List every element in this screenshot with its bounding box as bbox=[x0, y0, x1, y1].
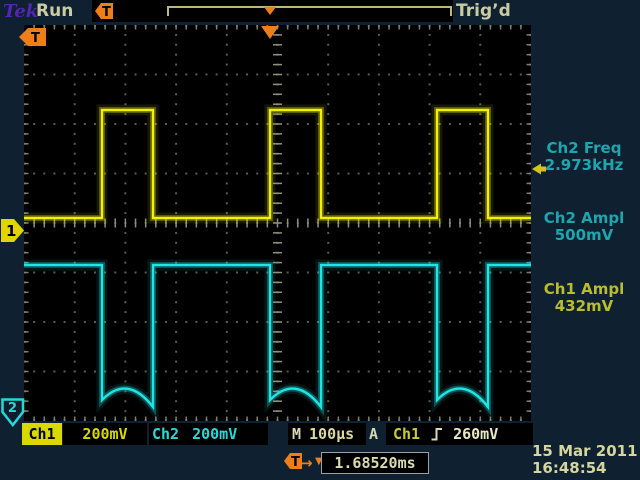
trigger-position-marker-icon[interactable] bbox=[261, 26, 279, 39]
trigger-t-glyph: T bbox=[102, 5, 111, 19]
acquisition-status: Run bbox=[36, 1, 73, 21]
ch1-position-marker[interactable]: 1 bbox=[1, 219, 25, 242]
trigger-settings-box: Ch1 260mV bbox=[386, 423, 533, 445]
trigger-system-label: A bbox=[369, 425, 378, 443]
ch2-trace bbox=[24, 265, 531, 407]
ch1-badge[interactable]: Ch1 bbox=[22, 423, 62, 445]
ch2-scale: 200mV bbox=[192, 425, 237, 443]
timebase-scale: 100µs bbox=[309, 425, 354, 443]
measurement-ch1-ampl: Ch1 Ampl 432mV bbox=[528, 281, 640, 315]
trigger-source: Ch1 bbox=[393, 425, 420, 443]
trigger-level-value: 260mV bbox=[453, 425, 498, 443]
measurement-label: Ch1 Ampl bbox=[528, 281, 640, 298]
measurement-ch2-ampl: Ch2 Ampl 500mV bbox=[528, 210, 640, 244]
scope-canvas bbox=[24, 25, 531, 421]
measurement-value: 432mV bbox=[528, 298, 640, 315]
timebase-label: M bbox=[292, 425, 301, 443]
trigger-t-icon[interactable]: T bbox=[95, 3, 113, 19]
trigger-status: Trig’d bbox=[456, 1, 511, 21]
tek-logo: Tek bbox=[3, 1, 38, 22]
ch2-marker-glyph: 2 bbox=[8, 401, 17, 416]
measurement-label: Ch2 Ampl bbox=[528, 210, 640, 227]
trigger-horizontal-marker[interactable]: T bbox=[19, 28, 46, 46]
rising-edge-icon bbox=[430, 426, 443, 442]
trigger-t-glyph: T bbox=[31, 31, 40, 46]
top-status-bar: Tek Run T Trig’d bbox=[0, 0, 640, 22]
measurement-value: 2.973kHz bbox=[528, 157, 640, 174]
measurement-label: Ch2 Freq bbox=[528, 140, 640, 157]
date-text: 15 Mar 2011 bbox=[532, 443, 640, 460]
time-text: 16:48:54 bbox=[532, 460, 640, 477]
ch2-scale-box: Ch2 200mV bbox=[149, 423, 268, 445]
ch1-marker-glyph: 1 bbox=[6, 222, 16, 240]
trigger-position-icon[interactable] bbox=[264, 7, 276, 15]
delay-time-readout: 1.68520ms bbox=[321, 452, 429, 474]
ch2-label[interactable]: Ch2 bbox=[152, 425, 179, 443]
ch1-scale: 200mV bbox=[63, 423, 147, 445]
timebase-box: M 100µs bbox=[288, 423, 366, 445]
waveform-display bbox=[24, 25, 531, 421]
datetime-display: 15 Mar 2011 16:48:54 bbox=[532, 443, 640, 477]
measurement-ch2-freq: Ch2 Freq 2.973kHz bbox=[528, 140, 640, 174]
arrow-right-icon: → bbox=[300, 454, 313, 472]
measurement-value: 500mV bbox=[528, 227, 640, 244]
trigger-t-glyph: T bbox=[291, 455, 300, 469]
record-view-bracket bbox=[167, 6, 452, 16]
